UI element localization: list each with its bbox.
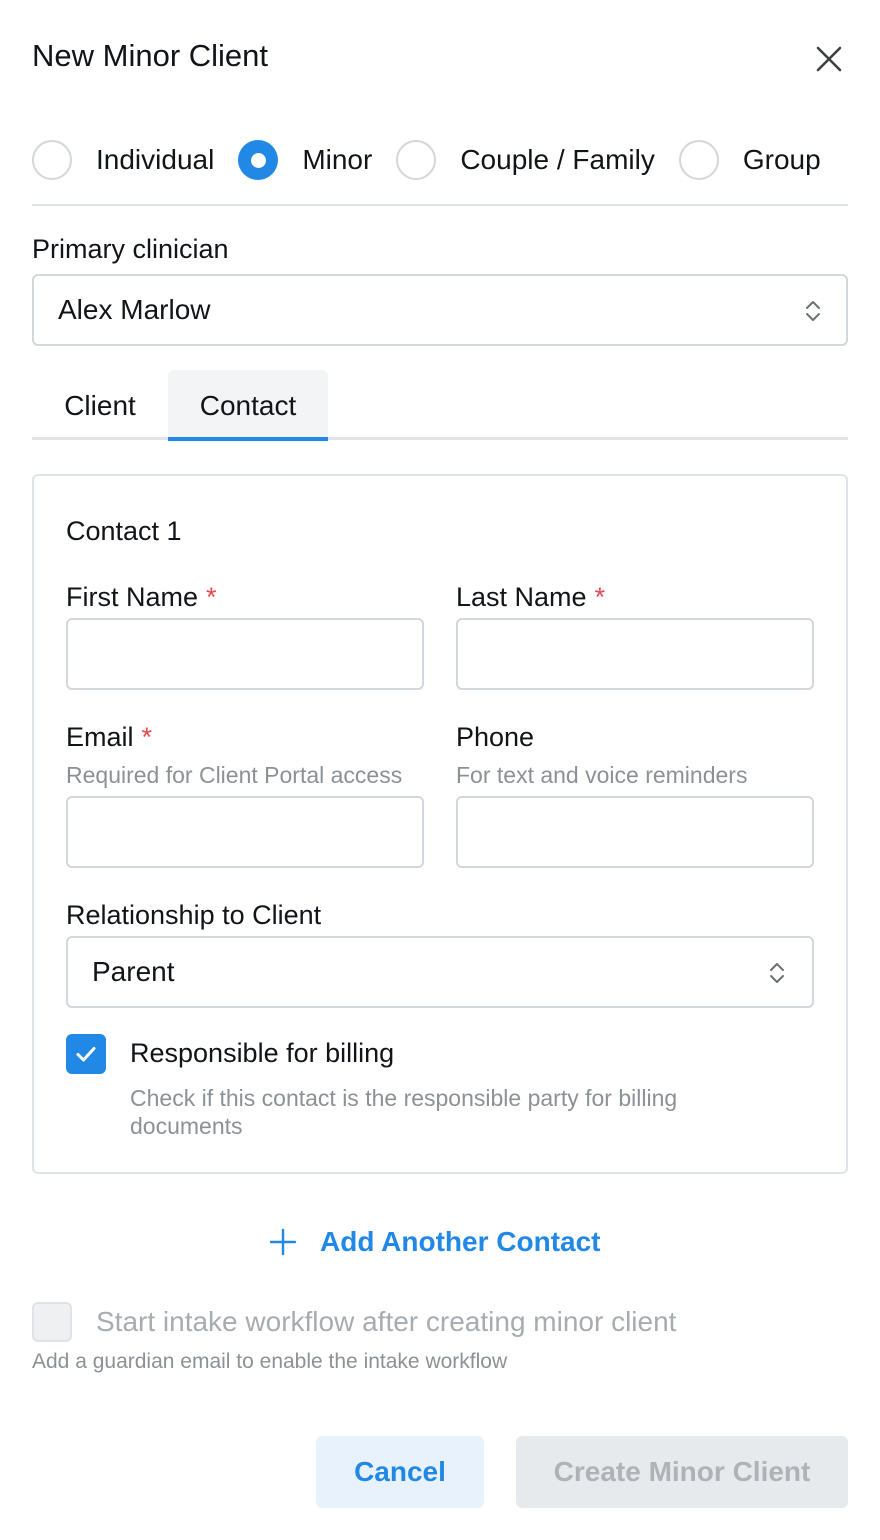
active-tab-indicator xyxy=(168,437,328,441)
radio-button-minor[interactable] xyxy=(238,140,279,180)
add-another-contact-button[interactable]: Add Another Contact xyxy=(268,1220,601,1264)
contact-heading: Contact 1 xyxy=(66,516,182,546)
intake-workflow-label: Start intake workflow after creating min… xyxy=(96,1306,677,1337)
radio-label-minor[interactable]: Minor xyxy=(302,144,372,176)
relationship-label: Relationship to Client xyxy=(66,900,322,930)
email-hint: Required for Client Portal access xyxy=(66,762,403,788)
radio-button-couple-family[interactable] xyxy=(396,140,437,180)
billing-checkbox[interactable] xyxy=(66,1034,106,1074)
phone-hint: For text and voice reminders xyxy=(456,762,748,788)
radio-button-individual[interactable] xyxy=(32,140,72,180)
radio-label-group[interactable]: Group xyxy=(743,144,821,176)
check-icon xyxy=(76,1047,96,1062)
add-another-contact-label[interactable]: Add Another Contact xyxy=(320,1226,601,1258)
cancel-button[interactable]: Cancel xyxy=(316,1436,484,1508)
divider xyxy=(32,204,848,206)
radio-option-minor[interactable]: Minor xyxy=(238,140,372,180)
last-name-input[interactable] xyxy=(456,618,814,690)
close-button[interactable] xyxy=(808,38,850,80)
required-asterisk: * xyxy=(206,582,217,612)
radio-option-group[interactable]: Group xyxy=(678,140,821,180)
radio-label-couple-family[interactable]: Couple / Family xyxy=(460,144,655,176)
tab-bar: Client Contact xyxy=(32,370,848,442)
plus-icon xyxy=(269,1228,297,1256)
last-name-label-text: Last Name xyxy=(456,582,587,612)
primary-clinician-label: Primary clinician xyxy=(32,234,229,264)
intake-workflow-checkbox[interactable] xyxy=(32,1302,72,1342)
radio-label-individual[interactable]: Individual xyxy=(96,144,214,176)
first-name-input[interactable] xyxy=(66,618,424,690)
billing-hint: Check if this contact is the responsible… xyxy=(130,1085,678,1139)
radio-option-individual[interactable]: Individual xyxy=(32,140,214,180)
relationship-value: Parent xyxy=(92,956,175,987)
email-input[interactable] xyxy=(66,796,424,868)
client-type-radio-group: Individual Minor Couple / Family Group xyxy=(32,138,821,182)
radio-button-group[interactable] xyxy=(678,140,719,180)
phone-input[interactable] xyxy=(456,796,814,868)
required-asterisk: * xyxy=(594,582,606,612)
radio-option-couple-family[interactable]: Couple / Family xyxy=(396,140,655,180)
phone-label: Phone xyxy=(456,722,535,752)
dialog-title: New Minor Client xyxy=(32,38,269,73)
create-minor-client-button[interactable]: Create Minor Client xyxy=(516,1436,848,1508)
close-icon xyxy=(816,46,842,72)
first-name-label: First Name * xyxy=(66,582,217,613)
billing-label[interactable]: Responsible for billing xyxy=(130,1038,394,1069)
primary-clinician-value: Alex Marlow xyxy=(58,294,211,325)
radio-selected-dot xyxy=(250,152,266,168)
primary-clinician-select[interactable]: Alex Marlow xyxy=(32,274,848,346)
chevron-up-down-icon xyxy=(770,963,784,983)
intake-workflow-hint: Add a guardian email to enable the intak… xyxy=(32,1350,508,1373)
last-name-label: Last Name * xyxy=(456,582,605,613)
tab-contact[interactable]: Contact xyxy=(168,370,328,442)
required-asterisk: * xyxy=(141,722,153,752)
tab-client[interactable]: Client xyxy=(32,370,168,442)
email-label-text: Email xyxy=(66,722,134,752)
first-name-label-text: First Name xyxy=(66,582,199,612)
chevron-up-down-icon xyxy=(806,301,820,321)
relationship-select[interactable]: Parent xyxy=(66,936,814,1008)
contact-card: Contact 1 First Name * Last Name * Email * … xyxy=(32,474,848,1174)
email-label: Email * xyxy=(66,722,152,753)
